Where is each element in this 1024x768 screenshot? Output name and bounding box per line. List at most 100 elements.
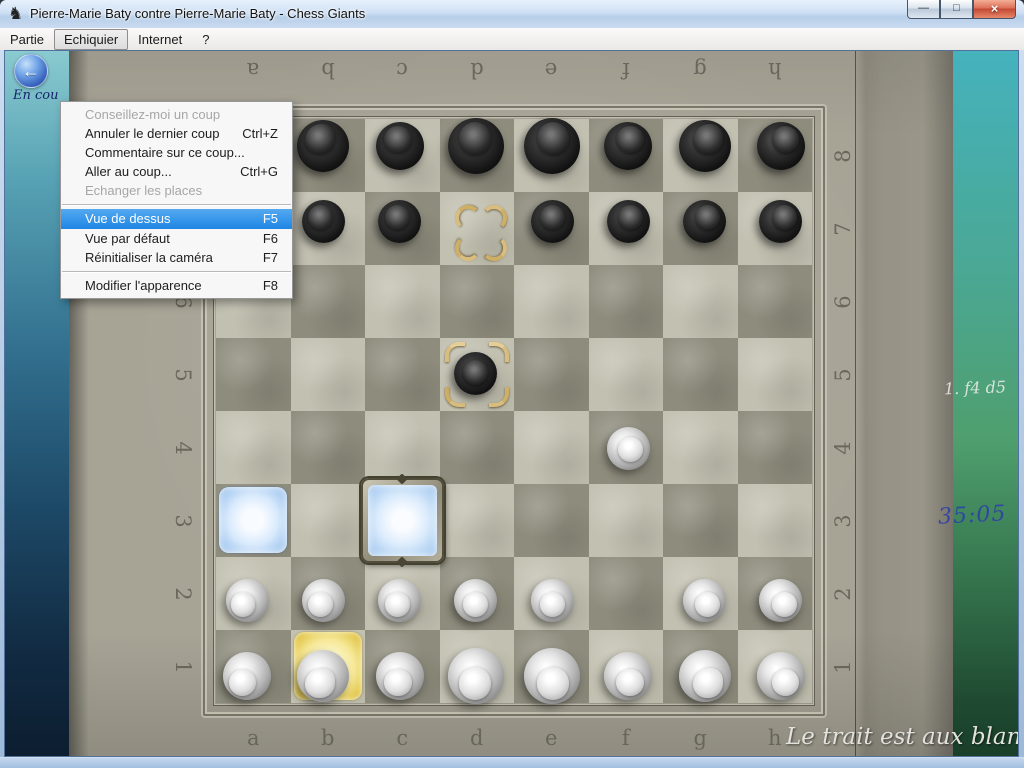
menubar-item-[interactable]: ? xyxy=(192,29,219,50)
piece-white-pawn-g2[interactable] xyxy=(683,579,726,622)
title-bar[interactable]: ♞ Pierre-Marie Baty contre Pierre-Marie … xyxy=(0,0,1024,29)
move-origin-marker xyxy=(455,235,481,261)
piece-white-king-e1[interactable] xyxy=(524,648,580,704)
rank-label-right-5: 5 xyxy=(830,360,856,390)
file-label-top-g: g xyxy=(685,57,715,83)
game-clock: 35:05 xyxy=(937,501,1007,530)
file-label-top-f: f xyxy=(611,57,641,83)
rank-label-right-4: 4 xyxy=(830,433,856,463)
menubar-item-internet[interactable]: Internet xyxy=(128,29,192,50)
rank-label-left-1: 1 xyxy=(170,652,196,682)
piece-white-queen-d1[interactable] xyxy=(448,648,504,704)
piece-white-pawn-a2[interactable] xyxy=(226,579,269,622)
file-label-bottom-f: f xyxy=(611,725,641,751)
piece-black-rook-h8[interactable] xyxy=(757,122,805,170)
hover-square-frame-c3[interactable] xyxy=(361,478,444,563)
close-icon: × xyxy=(991,1,999,16)
rank-label-right-2: 2 xyxy=(830,579,856,609)
piece-black-bishop-f8[interactable] xyxy=(604,122,652,170)
file-label-top-b: b xyxy=(313,57,343,83)
piece-white-rook-a1[interactable] xyxy=(223,652,271,700)
rank-label-left-5: 5 xyxy=(170,360,196,390)
piece-white-pawn-e2[interactable] xyxy=(531,579,574,622)
move-origin-marker xyxy=(481,205,507,231)
piece-white-rook-h1[interactable] xyxy=(757,652,805,700)
piece-black-pawn-b7[interactable] xyxy=(302,200,345,243)
window-title: Pierre-Marie Baty contre Pierre-Marie Ba… xyxy=(30,6,365,21)
right-panel xyxy=(953,51,1019,757)
piece-white-bishop-c1[interactable] xyxy=(376,652,424,700)
rank-label-left-3: 3 xyxy=(170,506,196,536)
piece-black-knight-b8[interactable] xyxy=(297,120,349,172)
menu-item-vue-de-dessus[interactable]: Vue de dessusF5 xyxy=(61,209,292,229)
hover-square-glow xyxy=(368,485,437,556)
file-label-bottom-e: e xyxy=(536,725,566,751)
file-label-top-e: e xyxy=(536,57,566,83)
close-button[interactable]: × xyxy=(973,0,1016,19)
menu-item-commentaire-sur-ce-coup[interactable]: Commentaire sur ce coup... xyxy=(61,143,292,162)
menu-item-conseillez-moi-un-coup[interactable]: Conseillez-moi un coup xyxy=(61,105,292,124)
turn-status-message: Le trait est aux blancs. xyxy=(786,724,1019,750)
piece-white-pawn-c2[interactable] xyxy=(378,579,421,622)
file-label-bottom-b: b xyxy=(313,725,343,751)
rank-label-right-6: 6 xyxy=(830,287,856,317)
menu-shortcut: Ctrl+Z xyxy=(242,124,278,143)
file-label-bottom-g: g xyxy=(685,725,715,751)
piece-black-pawn-e7[interactable] xyxy=(531,200,574,243)
piece-black-pawn-c7[interactable] xyxy=(378,200,421,243)
rank-label-right-8: 8 xyxy=(830,141,856,171)
application-window: ♞ Pierre-Marie Baty contre Pierre-Marie … xyxy=(0,0,1024,768)
maximize-button[interactable]: □ xyxy=(940,0,973,19)
piece-black-king-e8[interactable] xyxy=(524,118,580,174)
move-origin-marker xyxy=(481,235,507,261)
menubar-item-echiquier[interactable]: Echiquier xyxy=(54,29,128,50)
rank-label-right-1: 1 xyxy=(830,652,856,682)
rank-label-right-3: 3 xyxy=(830,506,856,536)
menu-shortcut: F8 xyxy=(263,276,278,295)
window-bottom-border xyxy=(0,757,1024,768)
piece-black-pawn-f7[interactable] xyxy=(607,200,650,243)
menu-item-echanger-les-places[interactable]: Echanger les places xyxy=(61,181,292,200)
menu-shortcut: Ctrl+G xyxy=(240,162,278,181)
minimize-button[interactable]: — xyxy=(907,0,940,19)
board-inner-frame xyxy=(213,116,815,706)
piece-white-pawn-d2[interactable] xyxy=(454,579,497,622)
minimize-icon: — xyxy=(918,2,929,14)
piece-white-pawn-b2[interactable] xyxy=(302,579,345,622)
move-origin-marker xyxy=(455,205,481,231)
menu-item-annuler-le-dernier-coup[interactable]: Annuler le dernier coupCtrl+Z xyxy=(61,124,292,143)
file-label-top-c: c xyxy=(387,57,417,83)
menu-shortcut: F5 xyxy=(263,209,278,229)
menu-shortcut: F7 xyxy=(263,248,278,267)
file-label-bottom-a: a xyxy=(238,725,268,751)
menu-item-vue-par-d-faut[interactable]: Vue par défautF6 xyxy=(61,229,292,248)
piece-black-bishop-c8[interactable] xyxy=(376,122,424,170)
rank-label-left-2: 2 xyxy=(170,579,196,609)
piece-white-pawn-h2[interactable] xyxy=(759,579,802,622)
file-label-bottom-c: c xyxy=(387,725,417,751)
menu-bar: PartieEchiquierInternet? xyxy=(0,28,1024,50)
piece-black-queen-d8[interactable] xyxy=(448,118,504,174)
file-label-top-d: d xyxy=(462,57,492,83)
move-history: 1. f4 d5 xyxy=(944,377,1019,399)
file-label-top-a: a xyxy=(238,57,268,83)
menu-separator xyxy=(62,271,291,272)
window-controls: — □ × xyxy=(907,0,1016,19)
piece-white-knight-g1[interactable] xyxy=(679,650,731,702)
menu-item-aller-au-coup[interactable]: Aller au coup...Ctrl+G xyxy=(61,162,292,181)
rank-label-left-4: 4 xyxy=(170,433,196,463)
legal-move-highlight-a3[interactable] xyxy=(219,487,287,553)
piece-black-knight-g8[interactable] xyxy=(679,120,731,172)
piece-black-pawn-d5[interactable] xyxy=(454,352,497,395)
menu-item-r-initialiser-la-cam-ra[interactable]: Réinitialiser la caméraF7 xyxy=(61,248,292,267)
echiquier-dropdown-menu: Conseillez-moi un coupAnnuler le dernier… xyxy=(60,101,293,299)
file-label-top-h: h xyxy=(760,57,790,83)
menubar-item-partie[interactable]: Partie xyxy=(0,29,54,50)
rank-label-right-7: 7 xyxy=(830,214,856,244)
menu-item-modifier-l-apparence[interactable]: Modifier l'apparenceF8 xyxy=(61,276,292,295)
maximize-icon: □ xyxy=(953,2,960,14)
piece-white-pawn-f4[interactable] xyxy=(607,427,650,470)
piece-black-pawn-g7[interactable] xyxy=(683,200,726,243)
app-chess-icon: ♞ xyxy=(8,4,23,24)
menu-shortcut: F6 xyxy=(263,229,278,248)
